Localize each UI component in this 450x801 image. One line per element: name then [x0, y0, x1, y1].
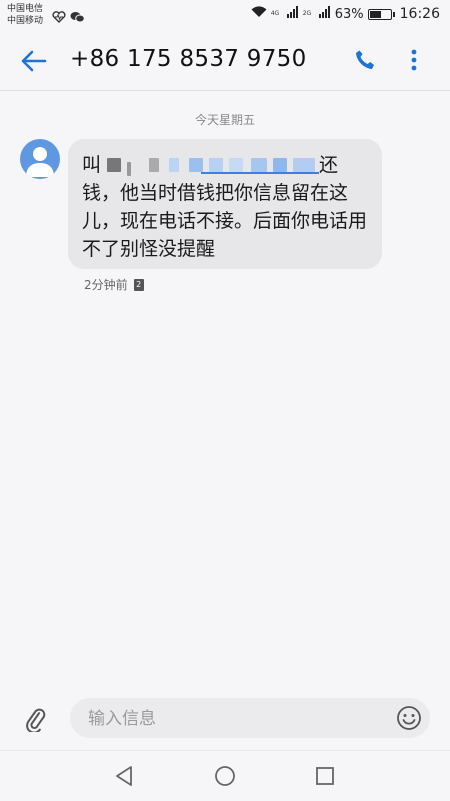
carrier-1: 中国电信: [7, 4, 44, 14]
sim-card-icon: 2: [133, 278, 144, 291]
date-separator: 今天星期五: [194, 113, 255, 127]
message-text-start: 叫: [82, 154, 102, 176]
nav-back-button[interactable]: [111, 763, 137, 789]
message-text-line1-end: 还: [319, 154, 339, 176]
person-icon: [26, 147, 54, 177]
emoji-button[interactable]: [396, 705, 422, 731]
nav-back-icon: [116, 766, 132, 786]
contact-number: +86 175 8537 9750: [70, 46, 307, 72]
redacted-text: [101, 154, 320, 176]
battery-icon: [367, 8, 395, 20]
network-2-label: 2G: [302, 10, 312, 17]
signal-2-icon: [318, 6, 331, 22]
paperclip-icon: [26, 708, 46, 732]
emoji-icon: [397, 706, 421, 730]
carrier-2: 中国移动: [7, 16, 44, 26]
system-nav-bar: [0, 750, 450, 801]
network-1-label: 4G: [270, 10, 280, 17]
message-bubble[interactable]: 叫 还钱，他当时借钱把你信息留在这儿，现在电话不接。后面你电话用不了别怪没提醒: [68, 139, 382, 269]
health-heart-icon: [52, 8, 66, 27]
more-options-button[interactable]: [400, 45, 428, 75]
message-text-rest: 钱，他当时借钱把你信息留在这儿，现在电话不接。后面你电话用不了别怪没提醒: [82, 182, 368, 260]
signal-1-icon: [286, 6, 299, 22]
battery-level: [369, 10, 381, 18]
message-input[interactable]: [86, 698, 390, 740]
message-meta: 2分钟前 2: [84, 276, 144, 293]
carrier-labels: 中国电信 中国移动: [7, 3, 43, 27]
nav-home-icon: [215, 766, 235, 786]
attach-button[interactable]: [20, 704, 50, 734]
message-time: 2分钟前: [84, 278, 128, 292]
clock: 16:26: [399, 6, 440, 22]
wifi-icon: [251, 6, 267, 22]
nav-recents-icon: [316, 767, 334, 785]
message-list[interactable]: 今天星期五 叫 还钱，他当时借钱把你信息留在这儿，现在电话不接。后面你电话用不了…: [0, 91, 450, 691]
nav-home-button[interactable]: [212, 763, 238, 789]
contact-avatar[interactable]: [20, 139, 60, 179]
nav-recents-button[interactable]: [312, 763, 338, 789]
conversation-header: +86 175 8537 9750: [0, 30, 450, 91]
message-input-field[interactable]: [70, 698, 430, 740]
more-vert-icon: [411, 49, 417, 71]
phone-icon: [356, 50, 374, 69]
compose-bar: [0, 690, 450, 748]
status-bar: 中国电信 中国移动 4G 2G 63% 16:26: [0, 0, 450, 30]
back-button[interactable]: [18, 45, 50, 77]
call-button[interactable]: [350, 45, 380, 75]
message-text: 叫 还钱，他当时借钱把你信息留在这儿，现在电话不接。后面你电话用不了别怪没提醒: [82, 151, 368, 263]
back-arrow-icon: [21, 50, 47, 72]
wechat-icon: [70, 8, 85, 27]
battery-percent: 63%: [334, 6, 364, 22]
